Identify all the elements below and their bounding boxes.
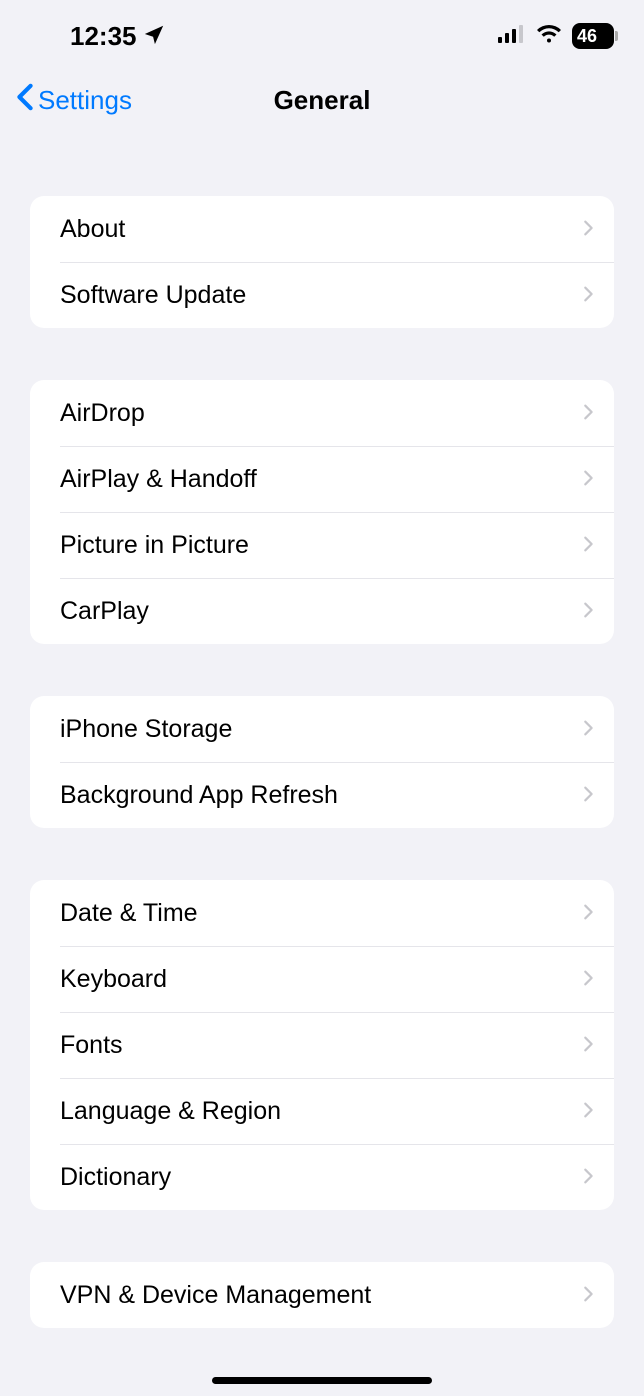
row-software-update[interactable]: Software Update xyxy=(30,262,614,328)
row-label: About xyxy=(60,215,125,244)
row-label: AirPlay & Handoff xyxy=(60,465,257,494)
row-label: Picture in Picture xyxy=(60,531,249,560)
settings-group: About Software Update xyxy=(30,196,614,328)
chevron-right-icon xyxy=(582,215,594,244)
row-about[interactable]: About xyxy=(30,196,614,262)
chevron-right-icon xyxy=(582,899,594,928)
row-label: Background App Refresh xyxy=(60,781,338,810)
row-label: CarPlay xyxy=(60,597,149,626)
wifi-icon xyxy=(536,24,562,49)
row-background-app-refresh[interactable]: Background App Refresh xyxy=(30,762,614,828)
row-label: Language & Region xyxy=(60,1097,281,1126)
settings-group: Date & Time Keyboard Fonts Language & Regio… xyxy=(30,880,614,1210)
battery-level: 46 xyxy=(577,26,597,47)
chevron-right-icon xyxy=(582,1281,594,1310)
cellular-icon xyxy=(498,24,526,49)
chevron-right-icon xyxy=(582,781,594,810)
chevron-right-icon xyxy=(582,597,594,626)
row-label: iPhone Storage xyxy=(60,715,232,744)
row-keyboard[interactable]: Keyboard xyxy=(30,946,614,1012)
status-time: 12:35 xyxy=(70,21,137,52)
chevron-left-icon xyxy=(16,83,34,118)
row-language-region[interactable]: Language & Region xyxy=(30,1078,614,1144)
row-fonts[interactable]: Fonts xyxy=(30,1012,614,1078)
chevron-right-icon xyxy=(582,1031,594,1060)
location-icon xyxy=(143,21,165,52)
content: About Software Update AirDrop AirPlay & Han… xyxy=(0,196,644,1328)
chevron-right-icon xyxy=(582,399,594,428)
chevron-right-icon xyxy=(582,715,594,744)
settings-group: AirDrop AirPlay & Handoff Picture in Pictu… xyxy=(30,380,614,644)
status-left: 12:35 xyxy=(70,21,165,52)
battery-icon: 46 xyxy=(572,23,614,49)
settings-group: iPhone Storage Background App Refresh xyxy=(30,696,614,828)
row-label: Date & Time xyxy=(60,899,198,928)
back-label: Settings xyxy=(38,85,132,116)
row-carplay[interactable]: CarPlay xyxy=(30,578,614,644)
row-label: Software Update xyxy=(60,281,246,310)
row-label: Dictionary xyxy=(60,1163,171,1192)
chevron-right-icon xyxy=(582,1097,594,1126)
chevron-right-icon xyxy=(582,1163,594,1192)
row-date-time[interactable]: Date & Time xyxy=(30,880,614,946)
chevron-right-icon xyxy=(582,281,594,310)
settings-group: VPN & Device Management xyxy=(30,1262,614,1328)
status-right: 46 xyxy=(498,23,614,49)
row-dictionary[interactable]: Dictionary xyxy=(30,1144,614,1210)
chevron-right-icon xyxy=(582,531,594,560)
status-bar: 12:35 46 xyxy=(0,0,644,60)
row-label: Fonts xyxy=(60,1031,123,1060)
page-title: General xyxy=(274,85,371,116)
row-vpn-device-management[interactable]: VPN & Device Management xyxy=(30,1262,614,1328)
row-label: VPN & Device Management xyxy=(60,1281,371,1310)
row-airplay-handoff[interactable]: AirPlay & Handoff xyxy=(30,446,614,512)
row-label: Keyboard xyxy=(60,965,167,994)
chevron-right-icon xyxy=(582,965,594,994)
back-button[interactable]: Settings xyxy=(16,83,132,118)
row-iphone-storage[interactable]: iPhone Storage xyxy=(30,696,614,762)
row-picture-in-picture[interactable]: Picture in Picture xyxy=(30,512,614,578)
home-indicator xyxy=(212,1377,432,1384)
row-label: AirDrop xyxy=(60,399,145,428)
nav-bar: Settings General xyxy=(0,60,644,140)
chevron-right-icon xyxy=(582,465,594,494)
row-airdrop[interactable]: AirDrop xyxy=(30,380,614,446)
